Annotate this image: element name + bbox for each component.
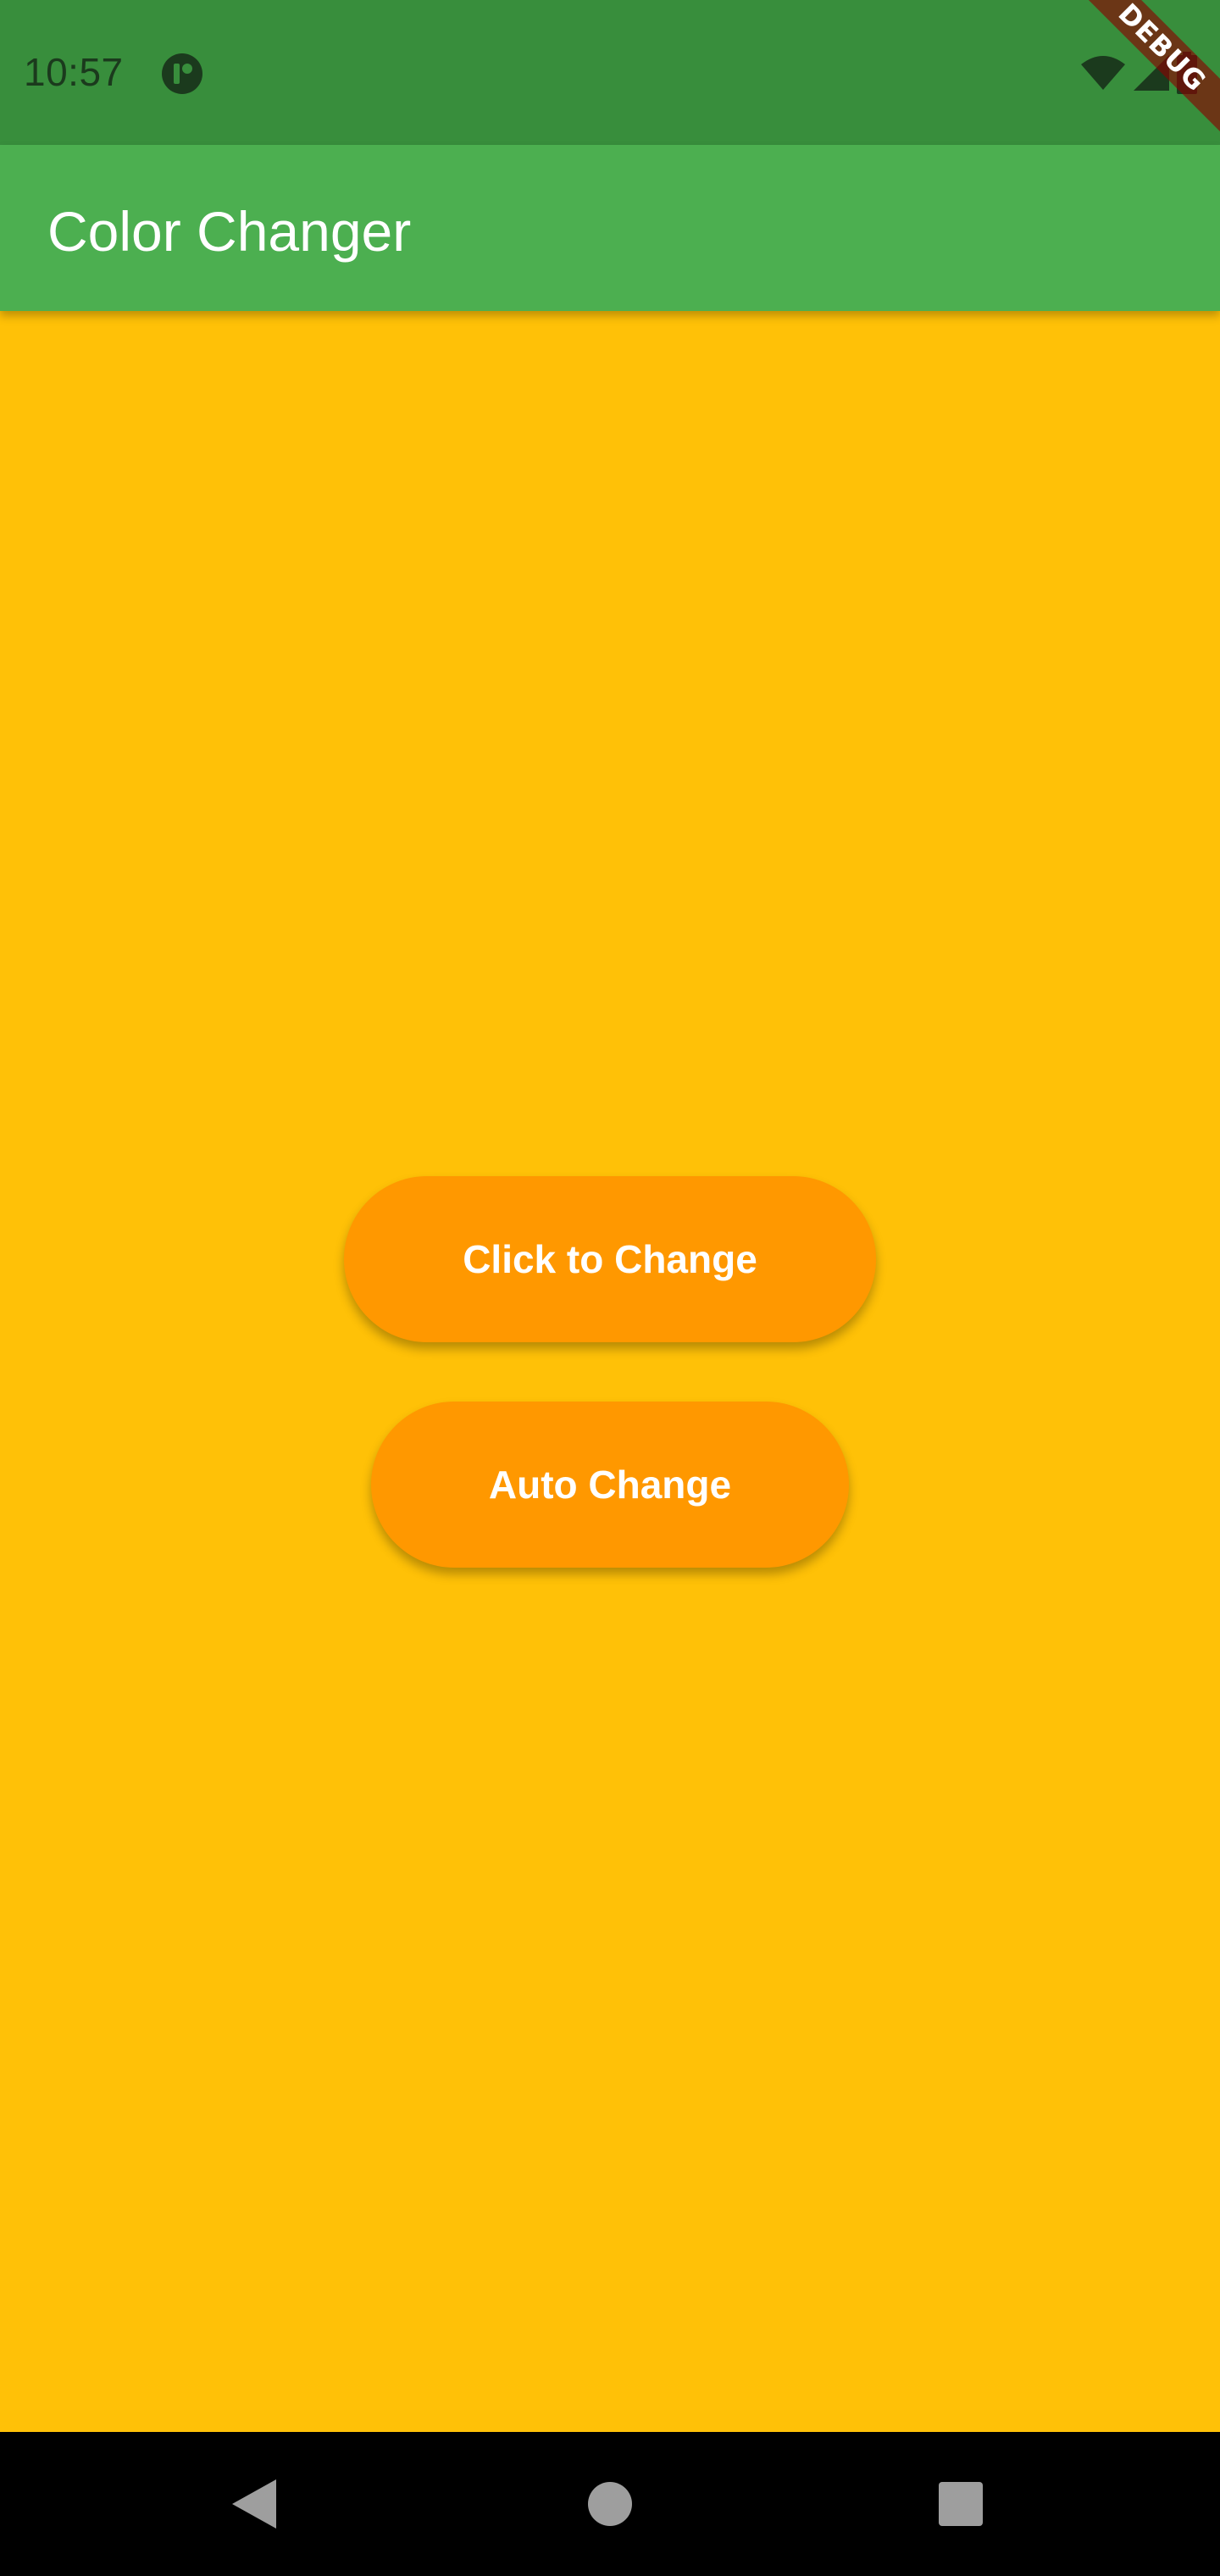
page-title: Color Changer — [47, 200, 412, 263]
status-time: 10:57 — [24, 50, 124, 94]
status-bar: 10:57 — [0, 0, 1220, 145]
home-icon — [588, 2482, 632, 2526]
app-screen: 10:57 DEBUG Color Changer Click to Chang… — [0, 0, 1220, 2576]
app-bar: Color Changer — [0, 145, 1220, 311]
recents-button[interactable] — [893, 2432, 1029, 2576]
app-notification-icon — [161, 53, 203, 95]
wifi-icon — [1079, 54, 1127, 92]
cell-signal-icon — [1132, 53, 1171, 92]
main-content: Click to Change Auto Change — [0, 311, 1220, 2432]
status-icons — [1079, 51, 1198, 95]
home-button[interactable] — [542, 2432, 678, 2576]
battery-icon — [1176, 52, 1198, 94]
navigation-bar — [0, 2432, 1220, 2576]
recents-icon — [939, 2482, 983, 2526]
click-to-change-button[interactable]: Click to Change — [344, 1176, 876, 1342]
auto-change-button[interactable]: Auto Change — [371, 1402, 849, 1568]
back-button[interactable] — [186, 2432, 322, 2576]
back-icon — [232, 2479, 276, 2529]
